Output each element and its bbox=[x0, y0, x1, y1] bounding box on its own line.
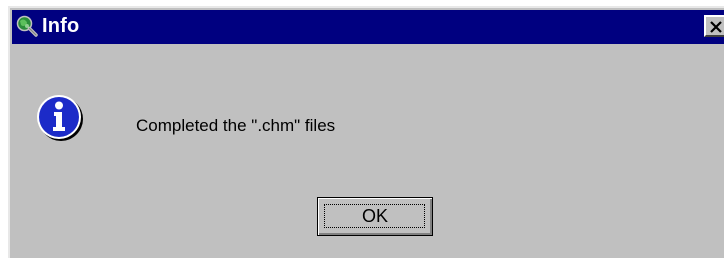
title-bar[interactable]: Info bbox=[12, 10, 724, 44]
close-icon bbox=[710, 21, 722, 33]
dialog-message: Completed the ".chm" files bbox=[136, 116, 336, 135]
magnifier-globe-icon bbox=[16, 15, 38, 37]
info-dialog: Info Completed the ".chm" files OK bbox=[8, 6, 724, 258]
ok-button[interactable]: OK bbox=[317, 197, 433, 236]
ok-button-label: OK bbox=[361, 206, 388, 226]
info-icon bbox=[34, 92, 84, 142]
dialog-title: Info bbox=[42, 15, 80, 37]
close-button[interactable] bbox=[704, 15, 724, 37]
